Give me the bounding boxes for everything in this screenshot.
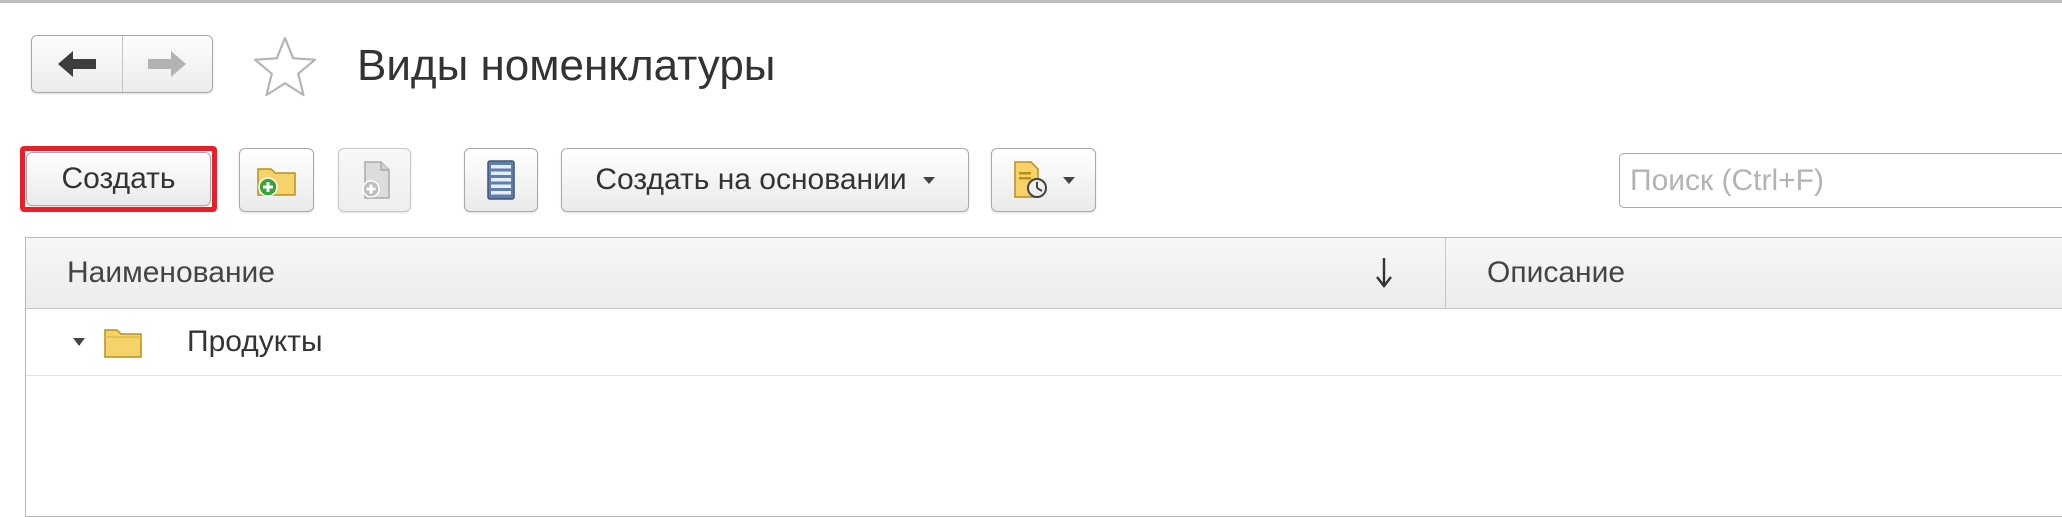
arrow-right-icon [148,51,187,77]
catalog-table: Наименование Описание Продукты [25,237,2062,517]
page-title: Виды номенклатуры [357,41,776,90]
collapse-arrow-icon[interactable] [73,338,85,346]
back-button[interactable] [32,36,122,92]
create-group-button[interactable] [239,148,314,212]
column-header-description-label: Описание [1487,256,1626,289]
navigation-buttons [31,35,213,93]
list-view-button[interactable] [464,148,538,212]
table-header: Наименование Описание [26,238,2062,309]
chevron-down-icon [922,176,935,184]
document-copy-icon [361,161,390,199]
chevron-down-icon [1062,176,1075,184]
report-menu-icon [1013,161,1047,198]
arrow-left-icon [57,51,96,77]
reports-menu-button[interactable] [991,148,1096,212]
table-row[interactable]: Продукты [26,309,2062,376]
copy-button[interactable] [338,148,411,212]
forward-button[interactable] [121,36,213,92]
column-header-description[interactable]: Описание [1446,238,2062,308]
create-based-on-label: Создать на основании [595,163,907,196]
create-button[interactable]: Создать [26,152,211,206]
folder-icon [104,329,142,358]
list-icon [487,160,515,200]
create-button-label: Создать [61,162,176,195]
column-header-name-label: Наименование [67,256,275,289]
sort-down-icon[interactable] [1373,256,1395,290]
favorite-star-icon[interactable] [252,34,318,100]
create-based-on-button[interactable]: Создать на основании [561,148,969,212]
search-input[interactable] [1619,153,2062,208]
folder-add-icon [256,168,296,197]
top-rule [0,0,2062,3]
row-name: Продукты [187,325,323,358]
column-header-name[interactable]: Наименование [26,238,1446,308]
